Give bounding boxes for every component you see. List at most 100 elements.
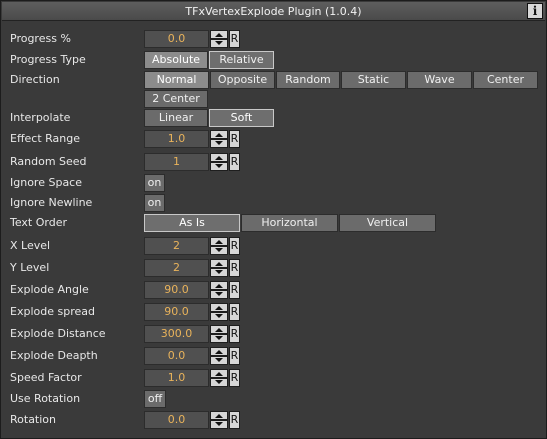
progress-type-absolute-button[interactable]: Absolute <box>144 51 208 69</box>
decrement-arrow-icon[interactable] <box>210 312 228 321</box>
use-rotation-label: Use Rotation <box>10 392 81 405</box>
explode-angle-input[interactable]: 90.0 <box>144 281 209 299</box>
rotation-reset-button[interactable]: R <box>229 411 240 429</box>
y-level-reset-button[interactable]: R <box>229 259 240 277</box>
increment-arrow-icon[interactable] <box>210 325 228 334</box>
explode-spread-stepper[interactable] <box>210 303 228 321</box>
increment-arrow-icon[interactable] <box>210 259 228 268</box>
x-level-stepper[interactable] <box>210 237 228 255</box>
direction-normal-button[interactable]: Normal <box>144 71 209 89</box>
direction-random-button[interactable]: Random <box>276 71 340 89</box>
x-level-reset-button[interactable]: R <box>229 237 240 255</box>
decrement-arrow-icon[interactable] <box>210 334 228 343</box>
increment-arrow-icon[interactable] <box>210 411 228 420</box>
ignore-newline-toggle[interactable]: on <box>144 194 165 212</box>
explode-distance-label: Explode Distance <box>10 327 106 340</box>
direction-center-button[interactable]: Center <box>473 71 538 89</box>
row-use-rotation: Use Rotation off <box>1 390 547 408</box>
row-direction-2: 2 Center <box>1 90 547 108</box>
progress-type-label: Progress Type <box>10 53 86 66</box>
window-title: TFxVertexExplode Plugin (1.0.4) <box>185 5 362 18</box>
decrement-arrow-icon[interactable] <box>210 268 228 277</box>
y-level-label: Y Level <box>10 261 50 274</box>
decrement-arrow-icon[interactable] <box>210 378 228 387</box>
row-text-order: Text Order As Is Horizontal Vertical <box>1 214 547 232</box>
speed-factor-reset-button[interactable]: R <box>229 369 240 387</box>
window-titlebar: TFxVertexExplode Plugin (1.0.4) i <box>2 2 545 21</box>
effect-range-label: Effect Range <box>10 132 81 145</box>
random-seed-reset-button[interactable]: R <box>229 153 240 171</box>
decrement-arrow-icon[interactable] <box>210 139 228 148</box>
y-level-stepper[interactable] <box>210 259 228 277</box>
increment-arrow-icon[interactable] <box>210 369 228 378</box>
random-seed-input[interactable]: 1 <box>144 153 209 171</box>
explode-angle-reset-button[interactable]: R <box>229 281 240 299</box>
row-interpolate: Interpolate Linear Soft <box>1 109 547 127</box>
explode-angle-stepper[interactable] <box>210 281 228 299</box>
row-ignore-newline: Ignore Newline on <box>1 194 547 212</box>
ignore-space-toggle[interactable]: on <box>144 174 165 192</box>
row-explode-spread: Explode spread 90.0 R <box>1 303 547 321</box>
rotation-stepper[interactable] <box>210 411 228 429</box>
explode-spread-reset-button[interactable]: R <box>229 303 240 321</box>
explode-deapth-label: Explode Deapth <box>10 349 98 362</box>
progress-pct-label: Progress % <box>10 32 71 45</box>
plugin-panel: TFxVertexExplode Plugin (1.0.4) i Progre… <box>0 0 547 439</box>
decrement-arrow-icon[interactable] <box>210 420 228 429</box>
increment-arrow-icon[interactable] <box>210 281 228 290</box>
y-level-input[interactable]: 2 <box>144 259 209 277</box>
increment-arrow-icon[interactable] <box>210 153 228 162</box>
progress-type-relative-button[interactable]: Relative <box>209 51 274 69</box>
decrement-arrow-icon[interactable] <box>210 290 228 299</box>
row-effect-range: Effect Range 1.0 R <box>1 130 547 148</box>
progress-pct-input[interactable]: 0.0 <box>144 30 209 48</box>
effect-range-stepper[interactable] <box>210 130 228 148</box>
explode-deapth-reset-button[interactable]: R <box>229 347 240 365</box>
increment-arrow-icon[interactable] <box>210 30 228 39</box>
row-speed-factor: Speed Factor 1.0 R <box>1 369 547 387</box>
increment-arrow-icon[interactable] <box>210 237 228 246</box>
random-seed-stepper[interactable] <box>210 153 228 171</box>
direction-static-button[interactable]: Static <box>341 71 406 89</box>
x-level-input[interactable]: 2 <box>144 237 209 255</box>
x-level-label: X Level <box>10 239 51 252</box>
row-explode-angle: Explode Angle 90.0 R <box>1 281 547 299</box>
progress-pct-reset-button[interactable]: R <box>229 30 240 48</box>
ignore-space-label: Ignore Space <box>10 176 82 189</box>
text-order-as-is-button[interactable]: As Is <box>144 214 240 232</box>
explode-distance-input[interactable]: 300.0 <box>144 325 209 343</box>
explode-distance-reset-button[interactable]: R <box>229 325 240 343</box>
direction-wave-button[interactable]: Wave <box>407 71 472 89</box>
rotation-input[interactable]: 0.0 <box>144 411 209 429</box>
decrement-arrow-icon[interactable] <box>210 246 228 255</box>
direction-2-center-button[interactable]: 2 Center <box>144 90 208 108</box>
interpolate-soft-button[interactable]: Soft <box>209 109 274 127</box>
row-progress-pct: Progress % 0.0 R <box>1 30 547 48</box>
explode-deapth-input[interactable]: 0.0 <box>144 347 209 365</box>
text-order-vertical-button[interactable]: Vertical <box>339 214 436 232</box>
effect-range-reset-button[interactable]: R <box>229 130 240 148</box>
explode-distance-stepper[interactable] <box>210 325 228 343</box>
text-order-horizontal-button[interactable]: Horizontal <box>241 214 338 232</box>
effect-range-input[interactable]: 1.0 <box>144 130 209 148</box>
info-icon[interactable]: i <box>527 3 543 19</box>
speed-factor-stepper[interactable] <box>210 369 228 387</box>
direction-opposite-button[interactable]: Opposite <box>210 71 275 89</box>
row-direction: Direction Normal Opposite Random Static … <box>1 71 547 89</box>
speed-factor-input[interactable]: 1.0 <box>144 369 209 387</box>
explode-deapth-stepper[interactable] <box>210 347 228 365</box>
use-rotation-toggle[interactable]: off <box>144 390 166 408</box>
direction-label: Direction <box>10 73 60 86</box>
explode-spread-input[interactable]: 90.0 <box>144 303 209 321</box>
ignore-newline-label: Ignore Newline <box>10 196 93 209</box>
progress-pct-stepper[interactable] <box>210 30 228 48</box>
row-rotation: Rotation 0.0 R <box>1 411 547 429</box>
decrement-arrow-icon[interactable] <box>210 39 228 48</box>
interpolate-linear-button[interactable]: Linear <box>144 109 208 127</box>
decrement-arrow-icon[interactable] <box>210 162 228 171</box>
increment-arrow-icon[interactable] <box>210 303 228 312</box>
decrement-arrow-icon[interactable] <box>210 356 228 365</box>
increment-arrow-icon[interactable] <box>210 347 228 356</box>
text-order-label: Text Order <box>10 216 68 229</box>
increment-arrow-icon[interactable] <box>210 130 228 139</box>
